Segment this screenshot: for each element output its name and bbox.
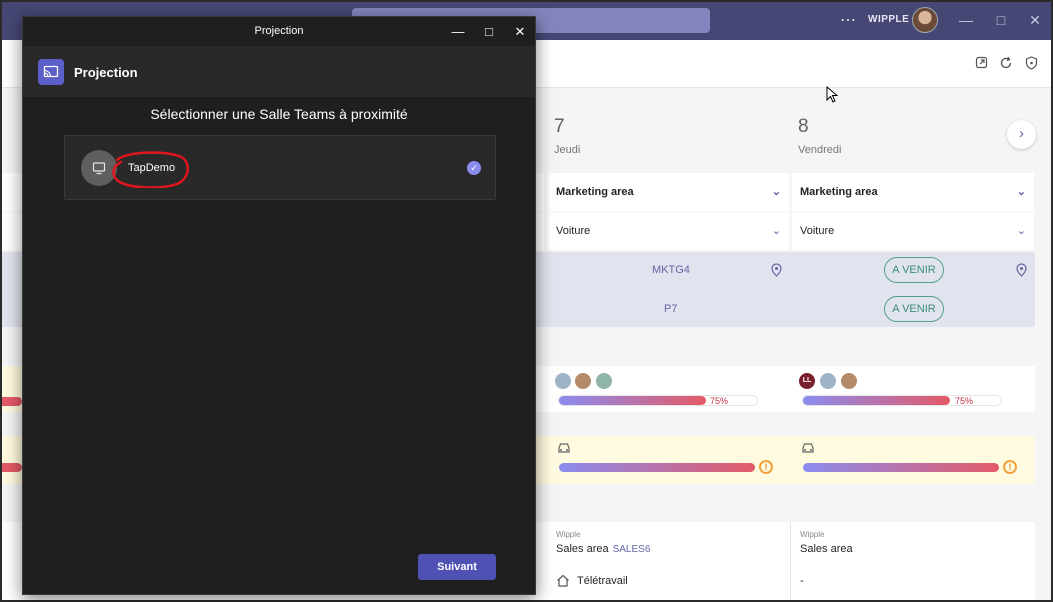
location-name: Sales area SALES6: [556, 543, 651, 555]
desk-code[interactable]: SALES6: [613, 544, 651, 555]
day-number: 7: [554, 116, 565, 137]
warning-icon: !: [759, 460, 773, 474]
shield-icon[interactable]: [1023, 56, 1039, 72]
cast-icon: [38, 59, 64, 85]
location-pin-icon[interactable]: [771, 263, 782, 277]
parking-bar: [559, 463, 755, 472]
org-name[interactable]: WIPPLE: [868, 14, 909, 25]
occupancy-percent: 75%: [955, 396, 974, 406]
dialog-minimize-button[interactable]: —: [447, 21, 469, 43]
dialog-window-title: Projection: [254, 25, 304, 37]
org-label: Wipple: [800, 530, 825, 539]
day-header-jeudi: 7 Jeudi: [554, 116, 797, 156]
location-pin-icon[interactable]: [1016, 263, 1027, 277]
home-icon: [557, 574, 569, 587]
next-button[interactable]: Suivant: [418, 554, 496, 580]
avatar: [574, 372, 592, 390]
occupancy-bar: [559, 396, 706, 405]
minimize-button[interactable]: —: [955, 9, 977, 31]
status-badge[interactable]: A VENIR: [884, 257, 944, 283]
avatar: [554, 372, 572, 390]
parking-code[interactable]: P7: [664, 303, 677, 315]
area-select-jeudi[interactable]: Marketing area ⌄: [548, 173, 789, 211]
warning-icon: !: [1003, 460, 1017, 474]
maximize-button[interactable]: □: [990, 9, 1012, 31]
mouse-cursor-icon: [826, 86, 838, 103]
dialog-close-button[interactable]: ✕: [509, 21, 531, 43]
chevron-down-icon: ⌄: [1016, 225, 1026, 237]
chevron-down-icon: ⌄: [1016, 186, 1026, 198]
dialog-app-title: Projection: [74, 65, 138, 80]
occupancy-bar: [803, 396, 950, 405]
avatar: [840, 372, 858, 390]
parking-bar-partial: [2, 463, 22, 472]
car-icon: [802, 443, 814, 453]
next-week-button[interactable]: ›: [1007, 120, 1036, 149]
dialog-maximize-button[interactable]: □: [478, 21, 500, 43]
parking-card-jeudi: [548, 436, 790, 484]
avatar: LL: [798, 372, 816, 390]
transport-select-vendredi[interactable]: Voiture ⌄: [792, 212, 1034, 250]
dialog-header: Projection: [23, 46, 535, 97]
dialog-heading: Sélectionner une Salle Teams à proximité: [150, 106, 408, 122]
transport-select-jeudi[interactable]: Voiture ⌄: [548, 212, 789, 250]
avatar: [595, 372, 613, 390]
room-item-tapdemo[interactable]: TapDemo ✓: [64, 135, 496, 200]
column-divider: [790, 522, 791, 600]
area-select-value: Marketing area: [800, 186, 878, 198]
location-name: Sales area: [800, 543, 853, 555]
status-badge[interactable]: A VENIR: [884, 296, 944, 322]
transport-select-value: Voiture: [800, 225, 835, 237]
close-button[interactable]: ✕: [1024, 9, 1046, 31]
area-select-vendredi[interactable]: Marketing area ⌄: [792, 173, 1034, 211]
desk-code[interactable]: MKTG4: [652, 264, 690, 276]
day-name: Jeudi: [554, 144, 581, 156]
day-header-vendredi: 8 Vendredi: [798, 116, 1041, 156]
occupancy-bar-partial: [2, 397, 22, 406]
refresh-icon[interactable]: [998, 56, 1014, 72]
occupancy-percent: 75%: [710, 396, 729, 406]
projection-dialog: Projection — □ ✕ Projection Sélectionner…: [22, 16, 536, 595]
annotation-circle: [112, 151, 189, 188]
car-icon: [558, 443, 570, 453]
org-label: Wipple: [556, 530, 581, 539]
popout-icon[interactable]: [973, 56, 989, 72]
user-avatar[interactable]: [912, 7, 938, 33]
more-options-icon[interactable]: ⋯: [840, 10, 857, 30]
chevron-down-icon: ⌄: [771, 225, 781, 237]
selected-check-icon: ✓: [467, 161, 481, 175]
day-number: 8: [798, 116, 809, 137]
parking-bar: [803, 463, 999, 472]
transport-select-value: Voiture: [556, 225, 591, 237]
work-mode: -: [800, 575, 804, 587]
chevron-down-icon: ⌄: [771, 186, 781, 198]
work-mode: Télétravail: [577, 575, 628, 587]
avatar: [819, 372, 837, 390]
day-name: Vendredi: [798, 144, 842, 156]
area-select-value: Marketing area: [556, 186, 634, 198]
